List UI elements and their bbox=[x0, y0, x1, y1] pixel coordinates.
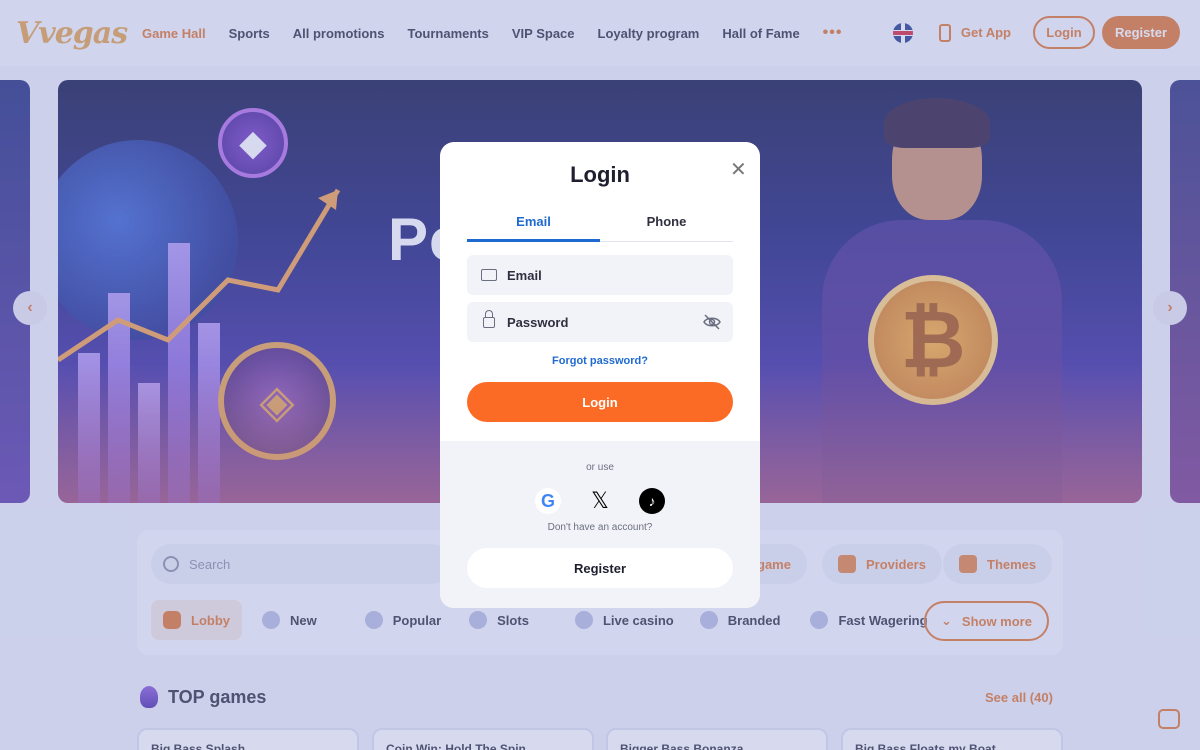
or-use-label: or use bbox=[586, 462, 614, 473]
mail-icon bbox=[481, 269, 497, 281]
password-placeholder: Password bbox=[507, 314, 569, 330]
x-icon[interactable]: 𝕏 bbox=[587, 488, 613, 514]
tab-email[interactable]: Email bbox=[467, 214, 600, 242]
login-modal: ✕ Login Email Phone Email Password Forgo… bbox=[440, 142, 760, 608]
email-field[interactable]: Email bbox=[467, 255, 733, 295]
lock-icon bbox=[483, 309, 495, 328]
google-icon[interactable]: G bbox=[535, 488, 561, 514]
password-field[interactable]: Password bbox=[467, 302, 733, 342]
register-button[interactable]: Register bbox=[467, 548, 733, 588]
login-button[interactable]: Login bbox=[467, 382, 733, 422]
forgot-password-link[interactable]: Forgot password? bbox=[440, 355, 760, 367]
eye-off-icon[interactable] bbox=[703, 314, 721, 330]
modal-title: Login bbox=[570, 162, 630, 187]
email-placeholder: Email bbox=[507, 267, 542, 283]
tab-phone[interactable]: Phone bbox=[600, 214, 733, 242]
tiktok-icon[interactable]: ♪ bbox=[639, 488, 665, 514]
login-method-tabs: Email Phone bbox=[467, 214, 733, 242]
no-account-label: Don't have an account? bbox=[547, 522, 653, 533]
social-buttons: G 𝕏 ♪ bbox=[440, 488, 760, 514]
